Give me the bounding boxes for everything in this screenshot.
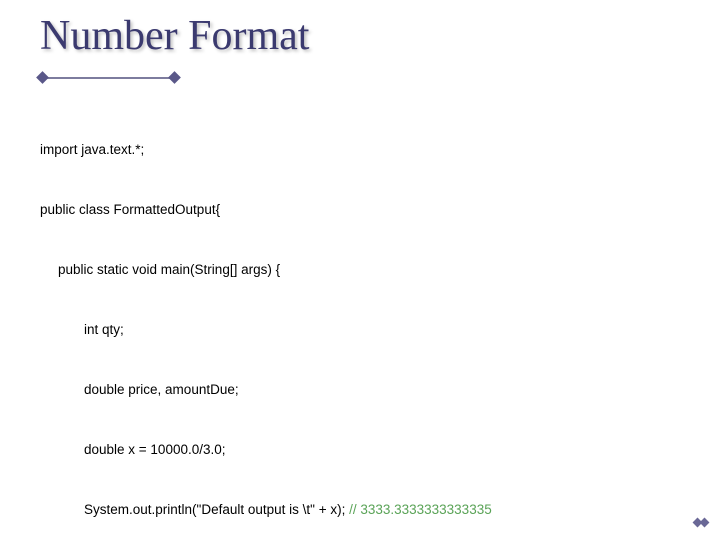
code-line: System.out.println("Default output is \t…	[40, 500, 680, 520]
code-comment: // 3333.3333333333335	[349, 502, 492, 517]
corner-accent-icon	[694, 516, 708, 530]
code-line: public class FormattedOutput{	[40, 200, 680, 220]
separator-line	[40, 77, 176, 79]
diamond-icon	[168, 71, 181, 84]
code-line: int qty;	[40, 320, 680, 340]
slide: Number Format import java.text.*; public…	[0, 0, 720, 540]
code-line: public static void main(String[] args) {	[40, 260, 680, 280]
code-block: import java.text.*; public class Formatt…	[40, 100, 680, 540]
code-line: import java.text.*;	[40, 140, 680, 160]
code-line: double price, amountDue;	[40, 380, 680, 400]
title-separator	[40, 70, 176, 86]
code-text: System.out.println("Default output is \t…	[84, 502, 349, 517]
diamond-icon	[36, 71, 49, 84]
page-title: Number Format	[40, 12, 680, 60]
code-line: double x = 10000.0/3.0;	[40, 440, 680, 460]
